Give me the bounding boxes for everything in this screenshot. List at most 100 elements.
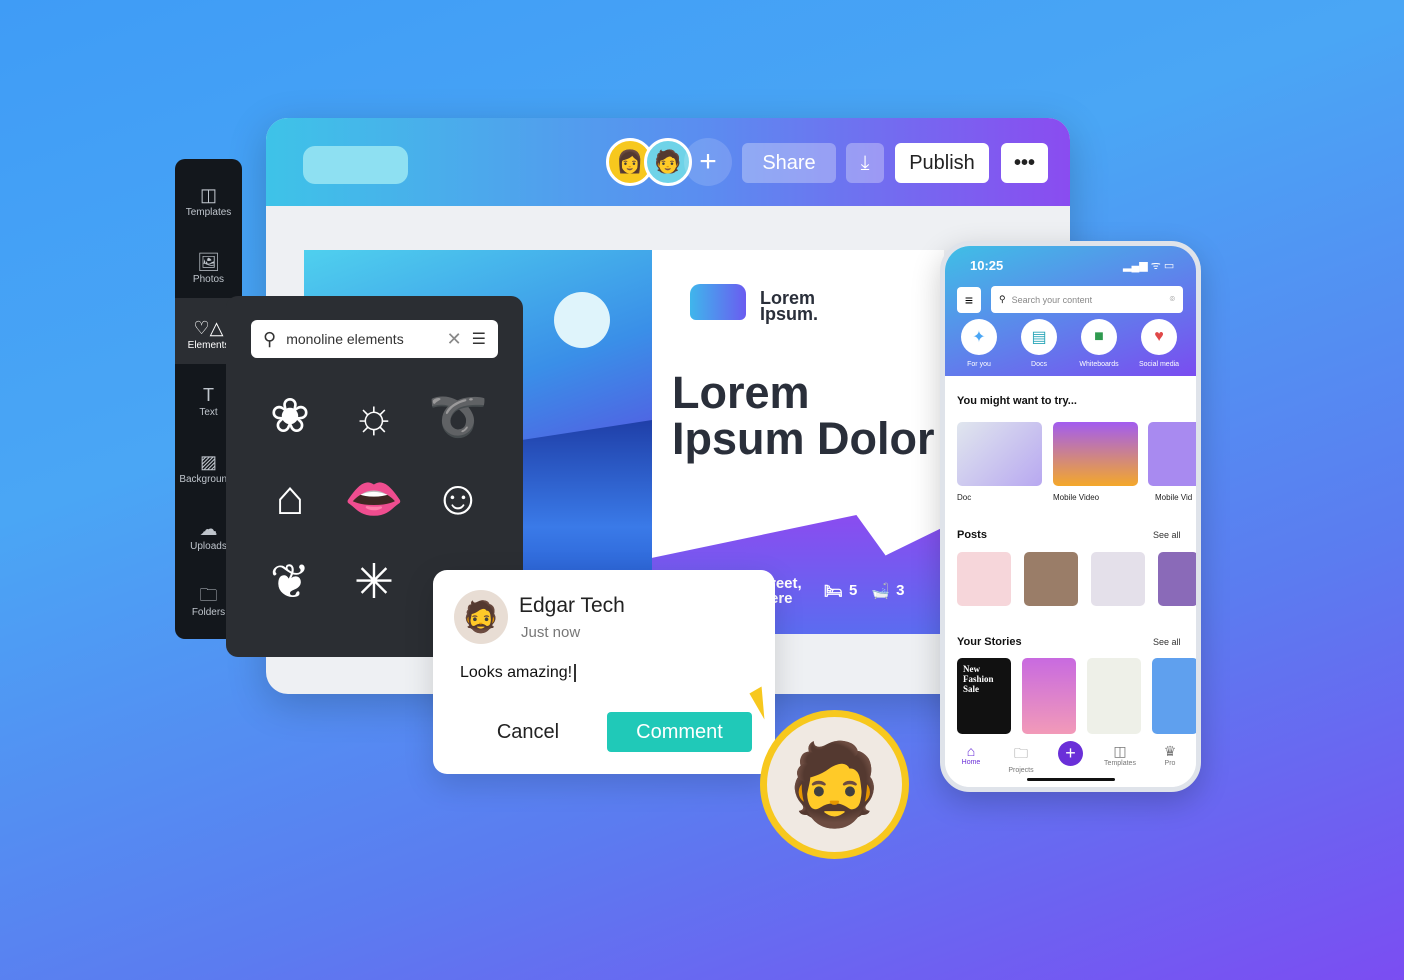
thumb-mobile-video[interactable] — [1053, 422, 1138, 486]
sparkle-icon: ✦ — [961, 319, 997, 355]
sidebar-item-label: Uploads — [190, 540, 227, 552]
whiteboard-icon: ■ — [1081, 319, 1117, 355]
camera-icon[interactable]: ⌾ — [1170, 294, 1175, 305]
thumb-caption: Mobile Vid — [1155, 493, 1193, 502]
home-indicator — [1027, 778, 1115, 781]
cloud-logo-icon — [690, 284, 746, 320]
cancel-button[interactable]: Cancel — [473, 712, 583, 752]
posts-see-all-link[interactable]: See all — [1153, 530, 1181, 540]
bath-icon: 🛁 — [871, 583, 891, 600]
category-label: For you — [967, 361, 991, 368]
clear-icon[interactable]: ✕ — [447, 329, 462, 350]
headline-line: Lorem — [672, 367, 810, 418]
download-button[interactable]: ⤓ — [846, 143, 884, 183]
crown-icon: ♛ — [1163, 743, 1177, 759]
post-thumb[interactable] — [1091, 552, 1145, 606]
plus-icon: + — [699, 145, 717, 178]
search-icon: ⚲ — [999, 294, 1006, 304]
docs-icon: ▤ — [1021, 319, 1057, 355]
sidebar-item-label: Photos — [192, 273, 225, 285]
comment-button[interactable]: Comment — [607, 712, 752, 752]
phone-mockup: 10:25 ▂▄▆ ᯤ ▭ ≡ ⚲ Search your content ⌾ … — [940, 241, 1201, 792]
nav-label: Home — [961, 759, 981, 766]
publish-button[interactable]: Publish — [895, 143, 989, 183]
filter-icon[interactable]: ☰ — [472, 329, 486, 349]
beds-count: 5 — [849, 582, 858, 599]
logo-text: Lorem Ipsum. — [760, 288, 819, 324]
nav-projects[interactable]: 🗀 Projects — [1001, 743, 1041, 774]
post-thumb[interactable] — [1158, 552, 1196, 606]
thumb-mobile-video-2[interactable] — [1148, 422, 1196, 486]
thumb-doc[interactable] — [957, 422, 1042, 486]
download-icon: ⤓ — [860, 151, 870, 174]
avatar: 🧔 — [454, 590, 508, 644]
nav-pro[interactable]: ♛ Pro — [1150, 743, 1190, 767]
sidebar-item-label: Text — [199, 407, 218, 419]
comment-time: Just now — [521, 624, 581, 641]
category-label: Docs — [1031, 361, 1047, 368]
home-icon: ⌂ — [966, 743, 976, 759]
nav-label: Projects — [1008, 767, 1034, 774]
comment-input[interactable]: Looks amazing! — [460, 664, 577, 682]
try-title: You might want to try... — [957, 395, 1077, 407]
sidebar-item-templates[interactable]: ◫ Templates — [175, 165, 242, 231]
headline: Lorem Ipsum Dolor — [672, 370, 935, 462]
category-docs[interactable]: ▤ Docs — [1011, 319, 1067, 368]
headline-line: Ipsum Dolor — [672, 413, 935, 464]
sidebar-item-photos[interactable]: 🖼 Photos — [175, 232, 242, 298]
story-thumb[interactable] — [1152, 658, 1196, 734]
element-sparkle[interactable]: ✳ — [338, 546, 410, 618]
search-icon: ⚲ — [263, 328, 277, 349]
heart-icon: ♥ — [1141, 319, 1177, 355]
sidebar-item-label: Elements — [187, 340, 230, 352]
add-collaborator-button[interactable]: + — [684, 138, 732, 186]
category-for-you[interactable]: ✦ For you — [951, 319, 1007, 368]
menu-button[interactable]: ≡ — [957, 287, 981, 313]
thumb-caption: Mobile Video — [1053, 493, 1100, 502]
search-placeholder: Search your content — [1011, 294, 1093, 305]
nav-templates[interactable]: ◫ Templates — [1100, 743, 1140, 767]
element-lips[interactable]: 👄 — [338, 462, 410, 534]
category-whiteboards[interactable]: ■ Whiteboards — [1071, 319, 1127, 368]
status-icons: ▂▄▆ ᯤ ▭ — [1123, 260, 1175, 272]
category-label: Social media — [1138, 361, 1180, 368]
element-swirl-arrow[interactable]: ➰ — [422, 380, 494, 452]
editor-topbar: 👩 🧑 + Share ⤓ Publish ••• — [266, 118, 1070, 206]
comment-card: 🧔 Edgar Tech Just now Looks amazing! Can… — [433, 570, 775, 774]
title-field[interactable] — [303, 146, 408, 184]
posts-title: Posts — [957, 529, 987, 541]
category-label: Whiteboards — [1079, 361, 1119, 368]
photos-icon: 🖼 — [197, 251, 220, 272]
folder-icon: 🗀 — [1014, 745, 1028, 761]
post-thumb[interactable] — [957, 552, 1011, 606]
share-button[interactable]: Share — [742, 143, 836, 183]
nav-home[interactable]: ⌂ Home — [951, 743, 991, 766]
nav-label: Templates — [1104, 760, 1136, 767]
nav-label: Pro — [1164, 760, 1176, 767]
element-sunset[interactable]: ☼ — [338, 380, 410, 452]
element-barn[interactable]: ⌂ — [254, 462, 326, 534]
story-thumb[interactable] — [1087, 658, 1141, 734]
story-thumb[interactable]: New Fashion Sale — [957, 658, 1011, 734]
baths-count: 3 — [896, 582, 905, 599]
moon — [554, 292, 610, 348]
more-button[interactable]: ••• — [1001, 143, 1048, 183]
create-button[interactable]: + — [1058, 741, 1083, 766]
element-wreath[interactable]: ❀ — [254, 380, 326, 452]
category-social-media[interactable]: ♥ Social media — [1131, 319, 1187, 368]
story-thumb[interactable] — [1022, 658, 1076, 734]
phone-search-input[interactable]: ⚲ Search your content ⌾ — [991, 286, 1183, 313]
templates-icon: ◫ — [1113, 743, 1127, 759]
element-face[interactable]: ☺ — [422, 462, 494, 534]
sidebar-item-label: Folders — [191, 607, 226, 619]
amenities: 🛏 5 🛁 3 — [824, 582, 904, 600]
sidebar-item-label: Templates — [185, 207, 232, 218]
bed-icon: 🛏 — [824, 583, 844, 600]
phone-header: 10:25 ▂▄▆ ᯤ ▭ ≡ ⚲ Search your content ⌾ … — [945, 246, 1196, 376]
elements-search-input[interactable]: ⚲ monoline elements ✕ ☰ — [251, 320, 498, 358]
story-text: New Fashion Sale — [963, 664, 994, 694]
post-thumb[interactable] — [1024, 552, 1078, 606]
stories-see-all-link[interactable]: See all — [1153, 637, 1181, 647]
templates-icon: ◫ — [199, 185, 217, 205]
element-leaf[interactable]: ❦ — [254, 546, 326, 618]
